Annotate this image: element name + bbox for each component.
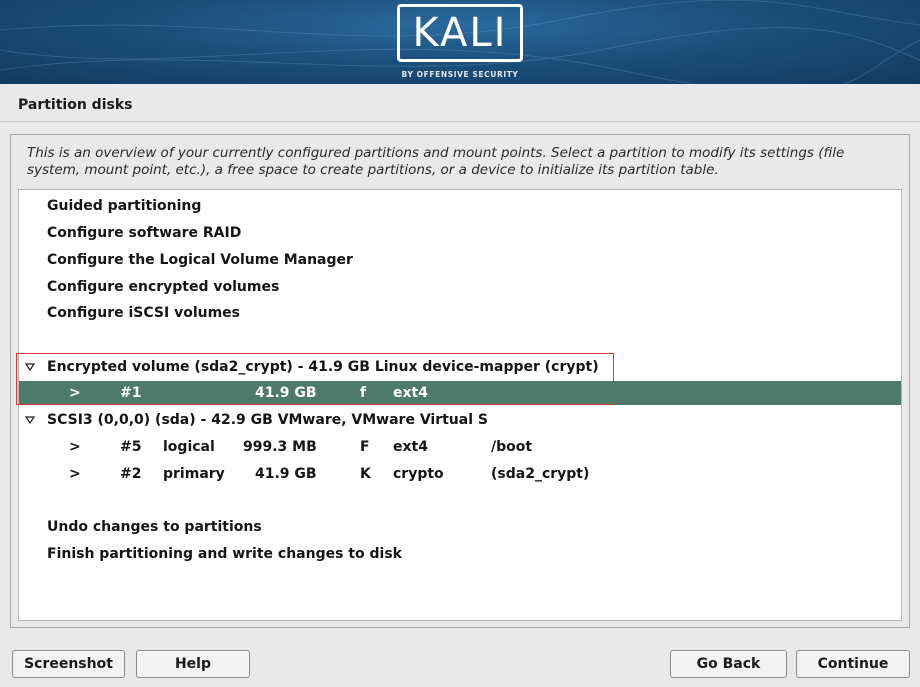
- kali-logo: KALI: [397, 4, 523, 62]
- partition-list[interactable]: Guided partitioning Configure software R…: [18, 189, 902, 621]
- finish-partitioning-item[interactable]: Finish partitioning and write changes to…: [19, 542, 901, 566]
- title-divider: [0, 121, 920, 122]
- menu-item-label: Configure encrypted volumes: [47, 279, 280, 295]
- go-back-button[interactable]: Go Back: [670, 650, 787, 678]
- menu-item-label: Configure software RAID: [47, 225, 242, 241]
- partition-filesystem: ext4: [393, 385, 428, 401]
- menu-item-label: Configure the Logical Volume Manager: [47, 252, 353, 268]
- partition-filesystem: crypto: [393, 466, 444, 482]
- menu-item-label: Undo changes to partitions: [47, 519, 262, 535]
- menu-item-label: Configure iSCSI volumes: [47, 305, 241, 321]
- collapse-triangle-icon[interactable]: [25, 362, 35, 372]
- partition-type: primary: [163, 466, 225, 482]
- partition-number: #2: [120, 466, 142, 482]
- menu-item-label: Guided partitioning: [47, 198, 202, 214]
- partition-number: #1: [120, 385, 142, 401]
- partition-row[interactable]: > #2 primary 41.9 GB K crypto (sda2_cryp…: [19, 462, 901, 486]
- partition-row-selected[interactable]: > #1 41.9 GB f ext4: [19, 381, 901, 405]
- screenshot-button[interactable]: Screenshot: [12, 650, 125, 678]
- description-text: This is an overview of your currently co…: [27, 145, 845, 178]
- partition-filesystem: ext4: [393, 439, 428, 455]
- kali-banner: KALI BY OFFENSIVE SECURITY: [0, 0, 920, 84]
- partition-type: logical: [163, 439, 215, 455]
- partition-arrow: >: [69, 466, 81, 482]
- disk-label: SCSI3 (0,0,0) (sda) - 42.9 GB VMware, VM…: [47, 412, 488, 428]
- menu-item-lvm[interactable]: Configure the Logical Volume Manager: [19, 248, 901, 272]
- partition-arrow: >: [69, 439, 81, 455]
- disk-row[interactable]: SCSI3 (0,0,0) (sda) - 42.9 GB VMware, VM…: [19, 408, 901, 432]
- partition-flag: f: [360, 385, 367, 401]
- partition-flag: K: [360, 466, 371, 482]
- continue-button[interactable]: Continue: [796, 650, 910, 678]
- partition-size: 999.3 MB: [243, 439, 317, 455]
- logo-text: KALI: [412, 10, 508, 56]
- partition-size: 41.9 GB: [255, 385, 317, 401]
- collapse-triangle-icon[interactable]: [25, 415, 35, 425]
- menu-item-software-raid[interactable]: Configure software RAID: [19, 221, 901, 245]
- partition-flag: F: [360, 439, 370, 455]
- partition-mount: (sda2_crypt): [491, 466, 590, 482]
- partition-size: 41.9 GB: [255, 466, 317, 482]
- menu-item-iscsi-volumes[interactable]: Configure iSCSI volumes: [19, 301, 901, 325]
- logo-subtitle: BY OFFENSIVE SECURITY: [401, 70, 519, 79]
- page-title: Partition disks: [18, 97, 133, 113]
- partition-number: #5: [120, 439, 142, 455]
- encrypted-volume-label: Encrypted volume (sda2_crypt) - 41.9 GB …: [47, 359, 599, 375]
- partition-row[interactable]: > #5 logical 999.3 MB F ext4 /boot: [19, 435, 901, 459]
- menu-item-label: Finish partitioning and write changes to…: [47, 546, 402, 562]
- help-button[interactable]: Help: [136, 650, 250, 678]
- partition-arrow: >: [69, 385, 81, 401]
- partition-mount: /boot: [491, 439, 533, 455]
- encrypted-volume-row[interactable]: Encrypted volume (sda2_crypt) - 41.9 GB …: [19, 355, 901, 379]
- menu-item-encrypted-volumes[interactable]: Configure encrypted volumes: [19, 275, 901, 299]
- undo-changes-item[interactable]: Undo changes to partitions: [19, 515, 901, 539]
- menu-item-guided-partitioning[interactable]: Guided partitioning: [19, 194, 901, 218]
